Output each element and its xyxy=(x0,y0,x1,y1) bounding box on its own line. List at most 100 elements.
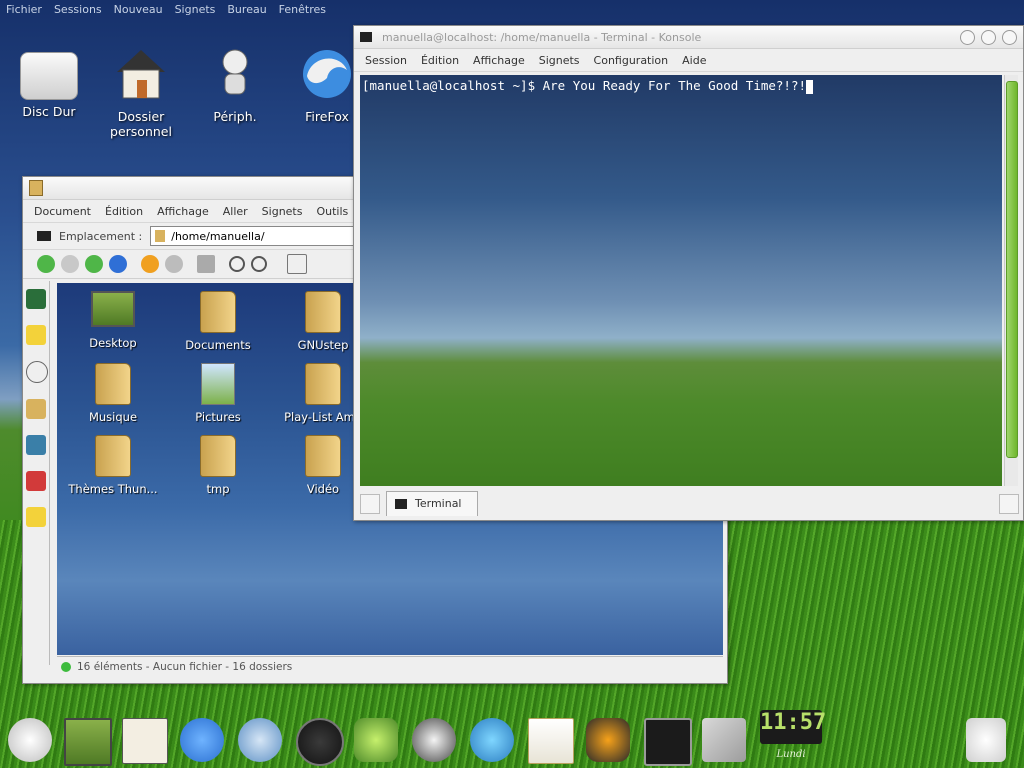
devices-icon[interactable] xyxy=(26,435,46,455)
view-mode-icon[interactable] xyxy=(287,254,307,274)
close-button[interactable] xyxy=(1002,29,1017,45)
terminal-line: [manuella@localhost ~]$ Are You Ready Fo… xyxy=(362,78,814,94)
clear-location-icon[interactable] xyxy=(37,231,51,241)
menu-affichage[interactable]: Affichage xyxy=(466,54,532,67)
menu-signets[interactable]: Signets xyxy=(532,54,587,67)
file-item[interactable]: Musique xyxy=(63,363,163,424)
new-tab-icon[interactable] xyxy=(360,494,380,514)
desktop-icon-disk[interactable]: Disc Dur xyxy=(4,46,94,119)
reload-icon[interactable] xyxy=(141,255,159,273)
trash-icon[interactable] xyxy=(966,718,1006,762)
menu-nouveau[interactable]: Nouveau xyxy=(108,0,169,20)
folder-icon xyxy=(155,230,166,242)
minimize-button[interactable] xyxy=(960,29,975,45)
menu-aller[interactable]: Aller xyxy=(216,205,255,218)
menu-signets[interactable]: Signets xyxy=(169,0,222,20)
menu-edition[interactable]: Édition xyxy=(414,54,466,67)
desktop-icon-devices[interactable]: Périph. xyxy=(190,46,280,124)
zoom-in-icon[interactable] xyxy=(229,256,245,272)
folder-icon xyxy=(29,180,43,196)
maximize-button[interactable] xyxy=(981,29,996,45)
menu-bureau[interactable]: Bureau xyxy=(221,0,272,20)
file-name: Documents xyxy=(185,338,251,352)
tab-label: Terminal xyxy=(415,497,462,510)
menu-signets[interactable]: Signets xyxy=(255,205,310,218)
file-item[interactable]: tmp xyxy=(168,435,268,496)
menu-sessions[interactable]: Sessions xyxy=(48,0,108,20)
file-item[interactable]: Thèmes Thun... xyxy=(63,435,163,496)
messenger-icon[interactable] xyxy=(470,718,514,762)
dock xyxy=(0,714,1024,768)
forward-icon[interactable] xyxy=(61,255,79,273)
desktop-icon-home[interactable]: Dossier personnel xyxy=(96,46,186,139)
status-text: 16 éléments - Aucun fichier - 16 dossier… xyxy=(77,661,293,673)
clock-time[interactable]: 11:57 xyxy=(760,710,826,744)
file-name: Desktop xyxy=(89,336,137,350)
zoom-out-icon[interactable] xyxy=(251,256,267,272)
home-folder-icon[interactable] xyxy=(26,399,46,419)
location-path: /home/manuella/ xyxy=(171,229,265,243)
file-item[interactable]: Desktop xyxy=(63,291,163,350)
music-folder-icon xyxy=(95,363,131,405)
up-icon[interactable] xyxy=(85,255,103,273)
text-editor-icon[interactable] xyxy=(528,718,574,764)
status-led-icon xyxy=(61,662,71,672)
home-icon[interactable] xyxy=(109,255,127,273)
status-bar: 16 éléments - Aucun fichier - 16 dossier… xyxy=(57,656,723,677)
scrollbar-thumb[interactable] xyxy=(1006,81,1018,458)
location-label: Emplacement : xyxy=(59,229,143,243)
video-folder-icon xyxy=(305,435,341,477)
favorites-star-icon[interactable] xyxy=(26,507,46,527)
thunderbird-icon[interactable] xyxy=(238,718,282,762)
file-item[interactable]: Documents xyxy=(168,291,268,352)
terminal-titlebar[interactable]: manuella@localhost: /home/manuella - Ter… xyxy=(354,26,1023,49)
desktop-icon-label: Dossier personnel xyxy=(110,109,172,139)
desktop-icon[interactable] xyxy=(64,718,112,766)
text-cursor xyxy=(806,79,814,94)
terminal-icon xyxy=(395,498,407,509)
menu-fenetres[interactable]: Fenêtres xyxy=(273,0,332,20)
terminal-area[interactable]: [manuella@localhost ~]$ Are You Ready Fo… xyxy=(360,75,1002,486)
home-icon xyxy=(117,50,165,99)
pictures-icon xyxy=(201,363,235,405)
settings-icon[interactable] xyxy=(702,718,746,762)
home-icon[interactable] xyxy=(122,718,168,764)
menu-aide[interactable]: Aide xyxy=(675,54,713,67)
menu-fichier[interactable]: Fichier xyxy=(0,0,48,20)
globe-icon[interactable] xyxy=(412,718,456,762)
media-player-icon[interactable] xyxy=(296,718,344,766)
menu-affichage[interactable]: Affichage xyxy=(150,205,216,218)
terminal-icon xyxy=(360,32,372,42)
terminal-menubar: Session Édition Affichage Signets Config… xyxy=(354,49,1023,72)
history-icon[interactable] xyxy=(26,361,48,383)
print-icon[interactable] xyxy=(197,255,215,273)
stop-icon[interactable] xyxy=(165,255,183,273)
menu-launcher-icon[interactable] xyxy=(8,718,52,762)
terminal-icon[interactable] xyxy=(644,718,692,766)
file-name: tmp xyxy=(206,482,230,496)
robot-icon xyxy=(222,49,248,95)
menu-document[interactable]: Document xyxy=(27,205,98,218)
file-item[interactable]: Pictures xyxy=(168,363,268,424)
menu-configuration[interactable]: Configuration xyxy=(587,54,676,67)
side-panel xyxy=(23,281,50,665)
car-app-icon[interactable] xyxy=(586,718,630,762)
close-tab-icon[interactable] xyxy=(999,494,1019,514)
menu-session[interactable]: Session xyxy=(358,54,414,67)
tools-icon[interactable] xyxy=(354,718,398,762)
tab-terminal[interactable]: Terminal xyxy=(386,490,478,516)
drive-icon xyxy=(20,52,78,100)
desktop-menubar: Fichier Sessions Nouveau Signets Bureau … xyxy=(0,0,332,20)
bookmark-star-icon[interactable] xyxy=(26,325,46,345)
terminal-window[interactable]: manuella@localhost: /home/manuella - Ter… xyxy=(353,25,1024,521)
location-input[interactable]: /home/manuella/ xyxy=(150,226,357,246)
menu-outils[interactable]: Outils xyxy=(309,205,355,218)
terminal-tabbar: Terminal xyxy=(354,488,1023,518)
network-icon[interactable] xyxy=(26,289,46,309)
terminal-scrollbar[interactable] xyxy=(1004,75,1018,486)
firefox-icon[interactable] xyxy=(180,718,224,762)
menu-edition[interactable]: Édition xyxy=(98,205,150,218)
folder-icon xyxy=(200,291,236,333)
services-icon[interactable] xyxy=(26,471,46,491)
back-icon[interactable] xyxy=(37,255,55,273)
